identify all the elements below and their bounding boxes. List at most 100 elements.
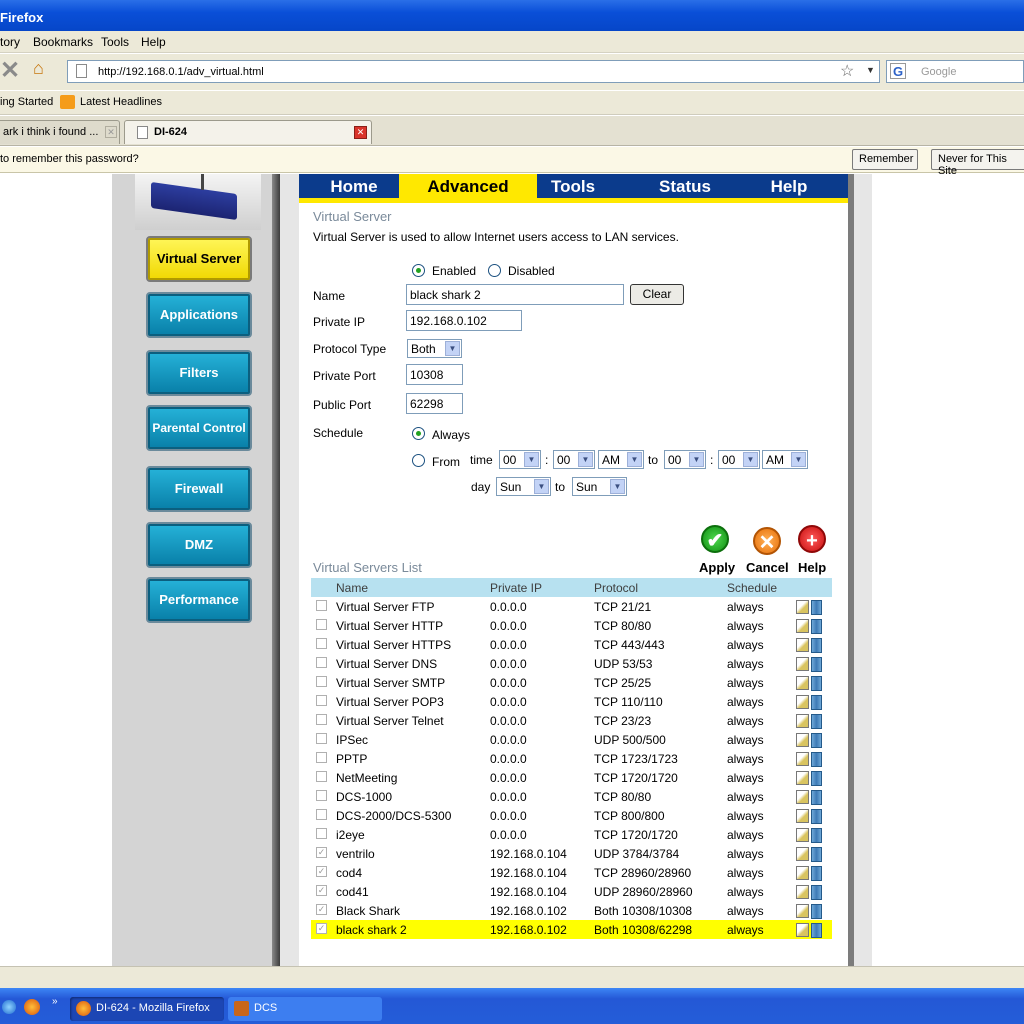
- apply-label[interactable]: Apply: [699, 560, 735, 575]
- edit-icon[interactable]: [796, 866, 809, 880]
- edit-icon[interactable]: [796, 619, 809, 633]
- sidebar-parental-control[interactable]: Parental Control: [146, 405, 252, 451]
- edit-icon[interactable]: [796, 828, 809, 842]
- never-button[interactable]: Never for This Site: [931, 149, 1024, 177]
- enabled-radio[interactable]: [412, 264, 425, 277]
- row-checkbox[interactable]: [316, 733, 327, 744]
- clear-button[interactable]: Clear: [630, 284, 684, 305]
- to-hour-select[interactable]: 00 ▼: [664, 450, 706, 469]
- row-checkbox[interactable]: [316, 714, 327, 725]
- task-dcs[interactable]: DCS: [228, 997, 382, 1021]
- row-checkbox[interactable]: [316, 600, 327, 611]
- row-checkbox[interactable]: ✓: [316, 866, 327, 877]
- close-icon[interactable]: ✕: [105, 126, 117, 138]
- from-ampm-select[interactable]: AM ▼: [598, 450, 644, 469]
- remember-button[interactable]: Remember: [852, 149, 918, 170]
- from-minute-select[interactable]: 00 ▼: [553, 450, 595, 469]
- sidebar-firewall[interactable]: Firewall: [146, 466, 252, 512]
- row-checkbox[interactable]: ✓: [316, 847, 327, 858]
- edit-icon[interactable]: [796, 638, 809, 652]
- google-icon[interactable]: G: [890, 63, 906, 79]
- dropdown-icon[interactable]: ▼: [866, 65, 875, 75]
- delete-icon[interactable]: [811, 695, 822, 710]
- cancel-icon[interactable]: ✕: [753, 527, 781, 555]
- menu-tools[interactable]: Tools: [101, 35, 129, 49]
- edit-icon[interactable]: [796, 885, 809, 899]
- task-firefox[interactable]: DI-624 - Mozilla Firefox: [70, 997, 224, 1021]
- delete-icon[interactable]: [811, 752, 822, 767]
- delete-icon[interactable]: [811, 809, 822, 824]
- row-checkbox[interactable]: [316, 619, 327, 630]
- row-checkbox[interactable]: [316, 638, 327, 649]
- row-checkbox[interactable]: [316, 657, 327, 668]
- tab-help[interactable]: Help: [749, 174, 829, 198]
- delete-icon[interactable]: [811, 600, 822, 615]
- to-minute-select[interactable]: 00 ▼: [718, 450, 760, 469]
- tab-advanced[interactable]: Advanced: [399, 174, 537, 198]
- edit-icon[interactable]: [796, 695, 809, 709]
- menu-bookmarks[interactable]: Bookmarks: [33, 35, 93, 49]
- tab-home[interactable]: Home: [307, 174, 401, 198]
- row-checkbox[interactable]: [316, 790, 327, 801]
- tab-status[interactable]: Status: [629, 174, 741, 198]
- delete-icon[interactable]: [811, 638, 822, 653]
- private-port-input[interactable]: 10308: [406, 364, 463, 385]
- row-checkbox[interactable]: [316, 771, 327, 782]
- delete-icon[interactable]: [811, 923, 822, 938]
- delete-icon[interactable]: [811, 885, 822, 900]
- tab-other[interactable]: ark i think i found ... ✕: [0, 120, 120, 144]
- tab-di624[interactable]: DI-624 ✕: [124, 120, 372, 144]
- cancel-label[interactable]: Cancel: [746, 560, 789, 575]
- from-hour-select[interactable]: 00 ▼: [499, 450, 541, 469]
- delete-icon[interactable]: [811, 657, 822, 672]
- star-icon[interactable]: ☆: [840, 61, 854, 81]
- desktop-icon[interactable]: [2, 1000, 16, 1014]
- edit-icon[interactable]: [796, 771, 809, 785]
- delete-icon[interactable]: [811, 771, 822, 786]
- sidebar-performance[interactable]: Performance: [146, 577, 252, 623]
- edit-icon[interactable]: [796, 600, 809, 614]
- delete-icon[interactable]: [811, 904, 822, 919]
- delete-icon[interactable]: [811, 790, 822, 805]
- delete-icon[interactable]: [811, 714, 822, 729]
- close-icon[interactable]: ✕: [354, 126, 367, 139]
- row-checkbox[interactable]: ✓: [316, 904, 327, 915]
- edit-icon[interactable]: [796, 657, 809, 671]
- help-label[interactable]: Help: [798, 560, 826, 575]
- row-checkbox[interactable]: [316, 752, 327, 763]
- bookmark-latest-headlines[interactable]: Latest Headlines: [80, 96, 162, 108]
- edit-icon[interactable]: [796, 923, 809, 937]
- window-title-bar[interactable]: Firefox: [0, 0, 1024, 31]
- edit-icon[interactable]: [796, 676, 809, 690]
- stop-icon[interactable]: ✕: [0, 56, 20, 85]
- private-ip-input[interactable]: 192.168.0.102: [406, 310, 522, 331]
- sidebar-applications[interactable]: Applications: [146, 292, 252, 338]
- chevron-right-icon[interactable]: »: [52, 996, 58, 1007]
- row-checkbox[interactable]: [316, 676, 327, 687]
- delete-icon[interactable]: [811, 866, 822, 881]
- to-ampm-select[interactable]: AM ▼: [762, 450, 808, 469]
- public-port-input[interactable]: 62298: [406, 393, 463, 414]
- always-radio[interactable]: [412, 427, 425, 440]
- from-day-select[interactable]: Sun ▼: [496, 477, 551, 496]
- name-input[interactable]: black shark 2: [406, 284, 624, 305]
- row-checkbox[interactable]: [316, 809, 327, 820]
- apply-icon[interactable]: ✔: [701, 525, 729, 553]
- edit-icon[interactable]: [796, 809, 809, 823]
- row-checkbox[interactable]: ✓: [316, 923, 327, 934]
- sidebar-virtual-server[interactable]: Virtual Server: [146, 236, 252, 282]
- search-box[interactable]: G Google: [886, 60, 1024, 83]
- sidebar-filters[interactable]: Filters: [146, 350, 252, 396]
- edit-icon[interactable]: [796, 714, 809, 728]
- protocol-select[interactable]: Both ▼: [407, 339, 462, 358]
- sidebar-dmz[interactable]: DMZ: [146, 522, 252, 568]
- row-checkbox[interactable]: [316, 695, 327, 706]
- edit-icon[interactable]: [796, 733, 809, 747]
- url-bar[interactable]: http://192.168.0.1/adv_virtual.html ☆ ▼: [67, 60, 880, 83]
- firefox-icon[interactable]: [24, 999, 40, 1015]
- from-radio[interactable]: [412, 454, 425, 467]
- help-icon[interactable]: +: [798, 525, 826, 553]
- row-checkbox[interactable]: ✓: [316, 885, 327, 896]
- menu-history[interactable]: tory: [0, 35, 20, 49]
- delete-icon[interactable]: [811, 733, 822, 748]
